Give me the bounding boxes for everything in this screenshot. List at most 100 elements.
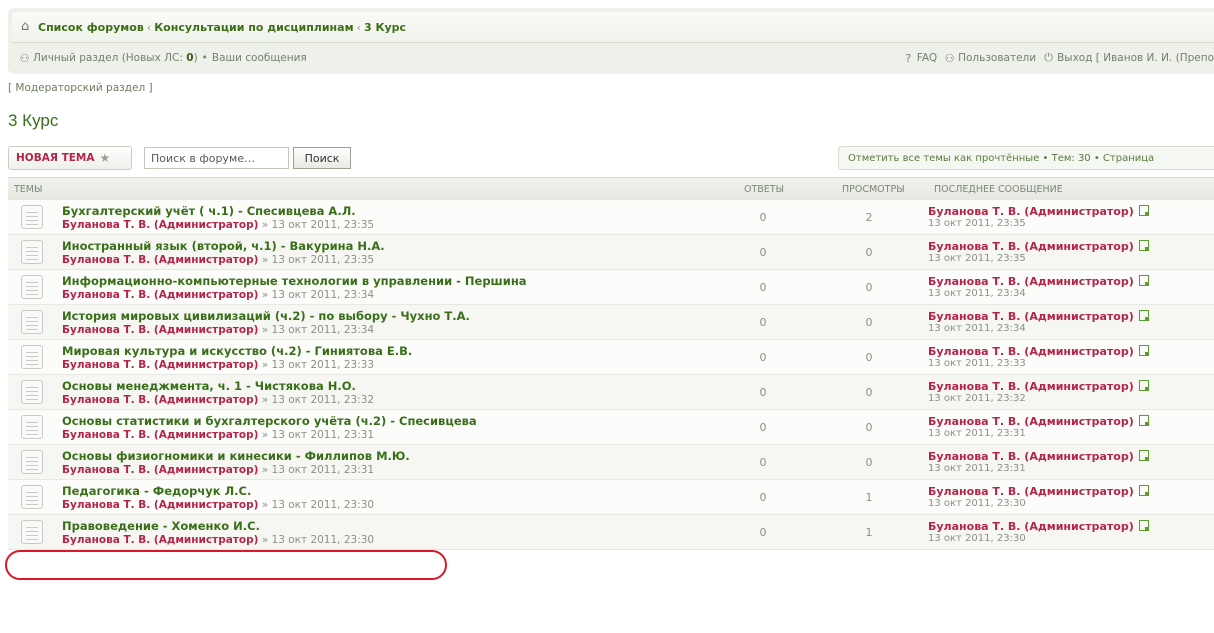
breadcrumb-separator: ‹	[146, 20, 152, 34]
goto-last-post-icon[interactable]	[1138, 345, 1149, 356]
goto-last-post-icon[interactable]	[1138, 205, 1149, 216]
personal-section-label: Личный раздел (Новых ЛС:	[33, 52, 187, 64]
table-row: Основы физиогномики и кинесики - Филлипо…	[8, 445, 1214, 480]
new-topic-button[interactable]: НОВАЯ ТЕМА ★	[8, 146, 132, 170]
topic-author-line: Буланова Т. В. (Администратор) » 13 окт …	[62, 359, 374, 371]
last-post-author-link[interactable]: Буланова Т. В. (Администратор)	[928, 205, 1134, 218]
views-count: 0	[865, 246, 873, 259]
new-topic-label: НОВАЯ ТЕМА	[16, 152, 95, 164]
last-post-author: Буланова Т. В. (Администратор)	[928, 519, 1149, 533]
topic-author-link[interactable]: Буланова Т. В. (Администратор)	[62, 219, 258, 231]
last-post-author: Буланова Т. В. (Администратор)	[928, 309, 1149, 323]
last-post-time: 13 окт 2011, 23:35	[928, 218, 1026, 229]
topic-date: » 13 окт 2011, 23:30	[258, 499, 375, 511]
last-post-author: Буланова Т. В. (Администратор)	[928, 414, 1149, 428]
breadcrumb-current[interactable]: 3 Курс	[364, 21, 406, 34]
goto-last-post-icon[interactable]	[1138, 485, 1149, 496]
topic-title-link[interactable]: Информационно-компьютерные технологии в …	[62, 274, 527, 288]
topic-title-link[interactable]: Основы менеджмента, ч. 1 - Чистякова Н.О…	[62, 379, 356, 393]
topic-title-link[interactable]: Педагогика - Федорчук Л.С.	[62, 484, 251, 498]
last-post-author-link[interactable]: Буланова Т. В. (Администратор)	[928, 415, 1134, 428]
topic-title-link[interactable]: Основы статистики и бухгалтерского учёта…	[62, 414, 477, 428]
topic-author-line: Буланова Т. В. (Администратор) » 13 окт …	[62, 219, 374, 231]
topic-date: » 13 окт 2011, 23:33	[258, 359, 375, 371]
goto-last-post-icon[interactable]	[1138, 275, 1149, 286]
views-count: 0	[865, 421, 873, 434]
your-posts-link[interactable]: Ваши сообщения	[212, 52, 307, 64]
last-post-author-link[interactable]: Буланова Т. В. (Администратор)	[928, 520, 1134, 533]
last-post-author-link[interactable]: Буланова Т. В. (Администратор)	[928, 345, 1134, 358]
views-count: 0	[865, 281, 873, 294]
topic-read-icon	[21, 345, 43, 369]
last-post-author-link[interactable]: Буланова Т. В. (Администратор)	[928, 240, 1134, 253]
topic-date: » 13 окт 2011, 23:34	[258, 324, 375, 336]
topic-author-link[interactable]: Буланова Т. В. (Администратор)	[62, 499, 258, 511]
users-link[interactable]: Пользователи	[958, 52, 1036, 64]
last-post-author: Буланова Т. В. (Администратор)	[928, 344, 1149, 358]
goto-last-post-icon[interactable]	[1138, 310, 1149, 321]
breadcrumb: ⌂ Список форумов ‹ Консультации по дисципл…	[12, 12, 1214, 43]
topic-title-link[interactable]: Бухгалтерский учёт ( ч.1) - Спесивцева А…	[62, 204, 356, 218]
last-post-author-link[interactable]: Буланова Т. В. (Администратор)	[928, 275, 1134, 288]
topic-author-line: Буланова Т. В. (Администратор) » 13 окт …	[62, 394, 374, 406]
topic-date: » 13 окт 2011, 23:31	[258, 429, 375, 441]
last-post-author: Буланова Т. В. (Администратор)	[928, 274, 1149, 288]
topic-author-link[interactable]: Буланова Т. В. (Администратор)	[62, 534, 258, 546]
views-count: 0	[865, 316, 873, 329]
goto-last-post-icon[interactable]	[1138, 520, 1149, 531]
faq-link[interactable]: FAQ	[917, 52, 937, 64]
topic-author-link[interactable]: Буланова Т. В. (Администратор)	[62, 254, 258, 266]
replies-count: 0	[759, 421, 767, 434]
goto-last-post-icon[interactable]	[1138, 415, 1149, 426]
topic-title-link[interactable]: Правоведение - Хоменко И.С.	[62, 519, 260, 533]
topic-date: » 13 окт 2011, 23:35	[258, 219, 375, 231]
bullet-separator: •	[201, 52, 208, 64]
topic-author-link[interactable]: Буланова Т. В. (Администратор)	[62, 464, 258, 476]
topic-read-icon	[21, 415, 43, 439]
logout-link[interactable]: Выход [ Иванов И. И. (Препо	[1057, 52, 1214, 64]
pagination-bar[interactable]: Отметить все темы как прочтённые • Тем: …	[838, 146, 1214, 170]
page-title: 3 Курс	[8, 111, 59, 130]
last-post-time: 13 окт 2011, 23:31	[928, 463, 1026, 474]
power-icon: ⏻	[1044, 51, 1053, 64]
table-row: Основы статистики и бухгалтерского учёта…	[8, 410, 1214, 445]
goto-last-post-icon[interactable]	[1138, 240, 1149, 251]
last-post-author-link[interactable]: Буланова Т. В. (Администратор)	[928, 310, 1134, 323]
topic-date: » 13 окт 2011, 23:30	[258, 534, 375, 546]
topic-author-link[interactable]: Буланова Т. В. (Администратор)	[62, 429, 258, 441]
topic-read-icon	[21, 485, 43, 509]
search-button[interactable]: Поиск	[293, 147, 351, 169]
views-count: 0	[865, 456, 873, 469]
goto-last-post-icon[interactable]	[1138, 450, 1149, 461]
highlight-annotation	[5, 550, 447, 580]
topic-title-link[interactable]: Иностранный язык (второй, ч.1) - Вакурин…	[62, 239, 385, 253]
topic-author-link[interactable]: Буланова Т. В. (Администратор)	[62, 359, 258, 371]
topic-title-link[interactable]: Основы физиогномики и кинесики - Филлипо…	[62, 449, 410, 463]
last-post-author-link[interactable]: Буланова Т. В. (Администратор)	[928, 380, 1134, 393]
moderator-section-link[interactable]: [ Модераторский раздел ]	[8, 82, 153, 94]
user-bar: ⚇ Личный раздел (Новых ЛС: 0) • Ваши соо…	[12, 46, 1214, 70]
breadcrumb-separator: ‹	[356, 20, 361, 34]
replies-count: 0	[759, 386, 767, 399]
last-post-time: 13 окт 2011, 23:30	[928, 498, 1026, 509]
topic-title-link[interactable]: История мировых цивилизаций (ч.2) - по в…	[62, 309, 470, 323]
topic-read-icon	[21, 450, 43, 474]
topic-title-link[interactable]: Мировая культура и искусство (ч.2) - Гин…	[62, 344, 412, 358]
forum-search-input[interactable]	[144, 147, 289, 169]
personal-section-link[interactable]: Личный раздел (Новых ЛС: 0)	[33, 52, 198, 64]
topic-author-link[interactable]: Буланова Т. В. (Администратор)	[62, 394, 258, 406]
topic-author-link[interactable]: Буланова Т. В. (Администратор)	[62, 324, 258, 336]
replies-count: 0	[759, 491, 767, 504]
topic-author-link[interactable]: Буланова Т. В. (Администратор)	[62, 289, 258, 301]
personal-section-close: )	[193, 52, 198, 64]
last-post-author-link[interactable]: Буланова Т. В. (Администратор)	[928, 450, 1134, 463]
last-post-author: Буланова Т. В. (Администратор)	[928, 449, 1149, 463]
replies-count: 0	[759, 281, 767, 294]
views-count: 2	[865, 211, 873, 224]
replies-count: 0	[759, 526, 767, 539]
goto-last-post-icon[interactable]	[1138, 380, 1149, 391]
breadcrumb-forum-index[interactable]: Список форумов	[38, 21, 144, 34]
last-post-author-link[interactable]: Буланова Т. В. (Администратор)	[928, 485, 1134, 498]
breadcrumb-consultations[interactable]: Консультации по дисциплинам	[154, 21, 353, 34]
replies-count: 0	[759, 246, 767, 259]
